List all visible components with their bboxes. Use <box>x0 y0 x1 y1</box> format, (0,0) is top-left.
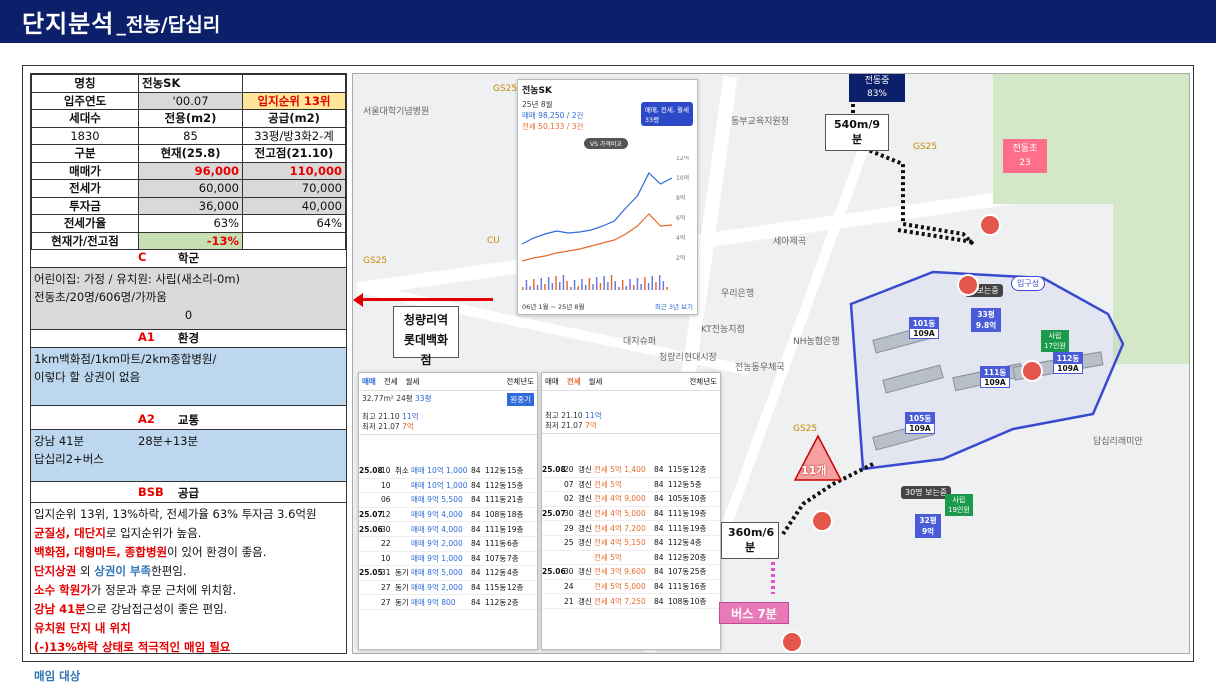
school-header: 학군 C <box>31 250 346 268</box>
jeonse-current: 60,000 <box>138 179 243 198</box>
traffic-detail: 28분+13분 <box>138 434 199 448</box>
env-line: 1km백화점/1km마트/2km종합병원/ <box>34 352 217 366</box>
label-jeonse: 전세가 <box>31 179 139 198</box>
investment-current: 36,000 <box>138 196 243 215</box>
school-body: 어린이집: 가정 / 유치원: 사립(새소리-0m) 전동초/20명/606명/… <box>31 268 346 330</box>
label-peak: 전고점(21.10) <box>242 144 346 163</box>
investment-peak: 40,000 <box>242 196 346 215</box>
env-line: 이렇다 할 상권이 없음 <box>34 370 141 384</box>
supply-area-value: 33평/방3화2-계 <box>242 126 346 145</box>
school-line: 0 <box>184 308 193 322</box>
supply-header: 공급 BSB <box>31 485 346 503</box>
env-header: 환경 A1 <box>31 330 346 348</box>
target-label: 매임 대상 <box>34 669 81 683</box>
distance-callout: 540m/9분 <box>825 114 889 151</box>
label-jeonse-ratio: 전세가율 <box>31 214 139 233</box>
summary-line: 입지순위 13위, 13%하락, 전세가율 63% 투자금 3.6억원 <box>34 507 317 521</box>
env-body: 1km백화점/1km마트/2km종합병원/ 이렇다 할 상권이 없음 <box>31 348 346 406</box>
env-grade: A1 <box>138 330 155 344</box>
page-subtitle: _전농/답십리 <box>116 14 221 36</box>
label-drop: 현재가/전고점 <box>31 231 139 250</box>
school-line: 전동초/20명/606명/가까움 <box>34 290 167 304</box>
traffic-header: 교통 A2 <box>31 412 346 430</box>
label-sale: 매매가 <box>31 161 139 180</box>
analysis-panel: 명칭 전농SK 입주연도 '00.07 입지순위 13위 세대수 전용(m2) 공급(m2… <box>30 73 347 683</box>
info-table: 명칭 전농SK 입주연도 '00.07 입지순위 13위 세대수 전용(m2) 공급(m2… <box>31 74 346 250</box>
ratio-current: 63% <box>138 214 243 233</box>
traffic-gangnam: 강남 41분 <box>34 434 85 448</box>
traffic-body: 강남 41분 28분+13분 답십리2+버스 <box>31 430 346 482</box>
label-category: 구분 <box>31 144 139 163</box>
location-rank: 입지순위 13위 <box>242 91 346 110</box>
count-label: 11개 <box>801 464 827 477</box>
move-in-year: '00.07 <box>138 91 243 110</box>
supply-body: 입지순위 13위, 13%하락, 전세가율 63% 투자금 3.6억원 균질성,… <box>31 503 346 688</box>
label-name: 명칭 <box>31 74 139 93</box>
exclusive-value: 85 <box>138 126 243 145</box>
sale-peak: 110,000 <box>242 161 346 180</box>
sale-current: 96,000 <box>138 161 243 180</box>
distance-callout: 360m/6분 <box>721 522 779 559</box>
walk-routes <box>771 104 975 594</box>
label-year: 입주연도 <box>31 91 139 110</box>
kindergarten-note: 유치원 단지 내 위치 <box>34 621 131 635</box>
page-header: 단지분석 _전농/답십리 <box>0 0 1216 43</box>
action-note: (-)13%하락 상태로 적극적인 매임 필요 <box>34 640 231 654</box>
supply-grade: BSB <box>138 485 164 499</box>
school-line: 어린이집: 가정 / 유치원: 사립(새소리-0m) <box>34 272 241 286</box>
label-investment: 투자금 <box>31 196 139 215</box>
label-supply-area: 공급(m2) <box>242 109 346 128</box>
drop-value: -13% <box>138 231 243 250</box>
page-title: 단지분석 <box>22 10 115 38</box>
label-exclusive: 전용(m2) <box>138 109 243 128</box>
bus-time-badge: 버스 7분 <box>719 602 789 624</box>
traffic-grade: A2 <box>138 412 155 426</box>
label-current: 현재(25.8) <box>138 144 243 163</box>
traffic-route: 답십리2+버스 <box>34 452 104 466</box>
jeonse-peak: 70,000 <box>242 179 346 198</box>
households-value: 1830 <box>31 126 139 145</box>
ratio-peak: 64% <box>242 214 346 233</box>
complex-name: 전농SK <box>138 74 243 93</box>
label-households: 세대수 <box>31 109 139 128</box>
school-grade: C <box>138 250 147 264</box>
map-view[interactable]: 서울대학기념병원 동부교육지원청 세아제곡 우리은행 NH농협은행 KT전농지점… <box>352 73 1190 654</box>
